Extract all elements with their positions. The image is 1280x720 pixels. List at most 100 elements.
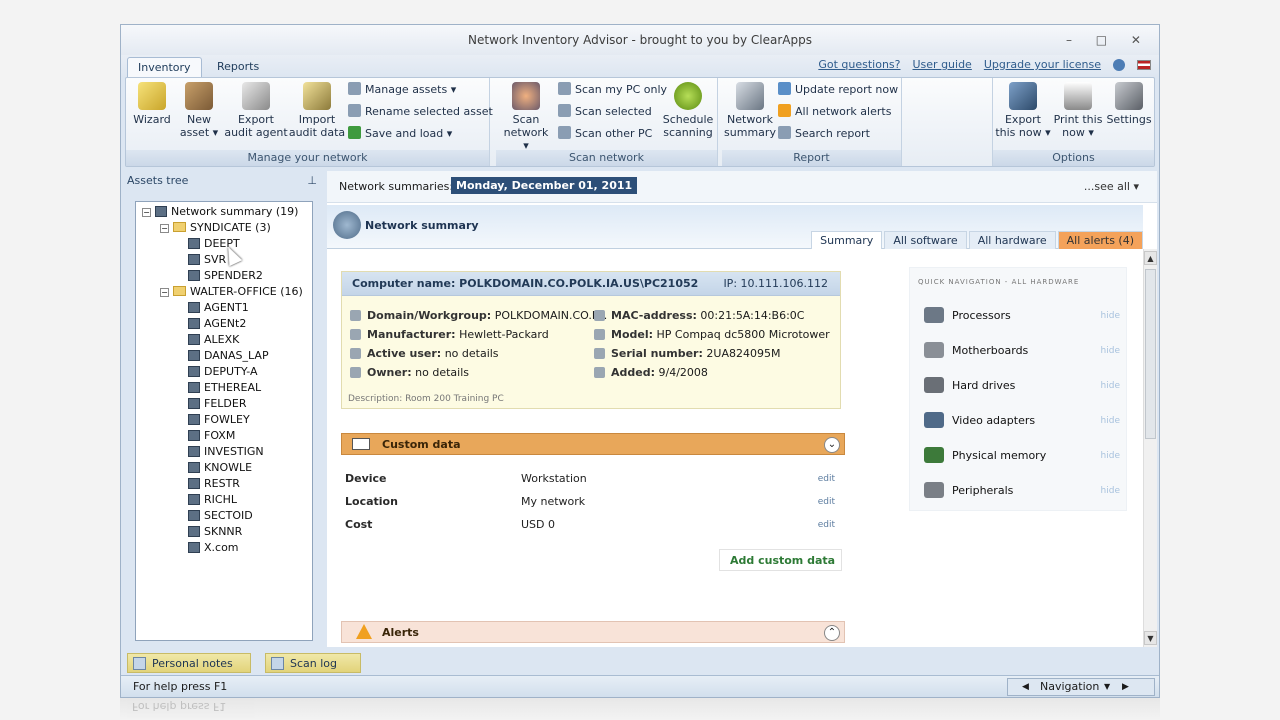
tab-all-software[interactable]: All software [884,231,967,249]
tree-node-asset[interactable]: SPENDER2 [188,268,263,284]
content-scrollbar[interactable]: ▲ ▼ [1143,249,1157,647]
scroll-down-icon[interactable]: ▼ [1144,631,1157,645]
custom-data-header[interactable]: Custom data ⌄ [341,433,845,455]
personal-notes-tab[interactable]: Personal notes [127,653,251,673]
new-asset-button[interactable]: New asset ▾ [178,82,220,139]
tab-all-hardware[interactable]: All hardware [968,231,1056,249]
collapse-custom-data-icon[interactable]: ⌄ [824,437,840,453]
nav-back-icon[interactable]: ◀ [1022,679,1029,695]
scan-my-pc-button[interactable]: Scan my PC only [558,81,667,99]
hide-link[interactable]: hide [1101,446,1120,466]
tree-asset-label: FOXM [204,429,236,442]
export-now-button[interactable]: Export this now ▾ [995,82,1051,139]
scan-log-tab[interactable]: Scan log [265,653,361,673]
collapse-alerts-icon[interactable]: ⌃ [824,625,840,641]
pin-icon[interactable]: ⊥ [307,171,317,191]
export-agent-button[interactable]: Export audit agent [224,82,288,139]
all-alerts-button[interactable]: All network alerts [778,103,891,121]
update-report-button[interactable]: Update report now [778,81,898,99]
field-key: Manufacturer: [367,328,456,341]
tree-node-asset[interactable]: FELDER [188,396,246,412]
window-controls[interactable]: – □ ✕ [1066,25,1151,55]
tree-node-root[interactable]: − Network summary (19) [142,204,298,220]
schedule-scanning-button[interactable]: Schedule scanning [660,82,716,139]
save-load-button[interactable]: Save and load ▾ [348,125,452,143]
wizard-button[interactable]: Wizard [132,82,172,126]
globe-icon[interactable] [1113,58,1125,71]
settings-label: Settings [1106,113,1152,126]
navigation-control[interactable]: ◀ Navigation ▼ ▶ [1007,678,1155,696]
quick-nav-item[interactable]: Video adapters hide [924,411,1120,431]
tree-node-asset[interactable]: DANAS_LAP [188,348,269,364]
settings-button[interactable]: Settings [1105,82,1153,126]
tab-all-alerts[interactable]: All alerts (4) [1057,231,1143,249]
tree-node-asset[interactable]: RESTR [188,476,240,492]
tab-summary[interactable]: Summary [811,231,883,249]
tree-node-asset[interactable]: AGENT1 [188,300,249,316]
update-report-label: Update report now [795,83,899,96]
summaries-label: Network summaries: [339,180,454,193]
quick-nav-item[interactable]: Hard drives hide [924,376,1120,396]
tree-node-asset[interactable]: SVR [188,252,226,268]
tree-node-asset[interactable]: FOXM [188,428,235,444]
new-asset-label-1: New [187,113,211,126]
hide-link[interactable]: hide [1101,481,1120,501]
scan-network-label-1: Scan [512,113,540,126]
search-report-button[interactable]: Search report [778,125,870,143]
tree-node-asset[interactable]: AGENt2 [188,316,246,332]
schedule-label-2: scanning [663,126,713,139]
print-now-button[interactable]: Print this now ▾ [1051,82,1105,139]
collapse-icon[interactable]: − [142,208,151,217]
collapse-icon[interactable]: − [160,288,169,297]
tree-node-asset[interactable]: DEPUTY-A [188,364,258,380]
custom-data-icon [352,438,370,450]
hide-link[interactable]: hide [1101,306,1120,326]
flag-icon[interactable] [1137,59,1151,70]
add-custom-data-button[interactable]: Add custom data [719,549,843,571]
tab-inventory[interactable]: Inventory [127,57,202,77]
quick-nav-item[interactable]: Processors hide [924,306,1120,326]
hide-link[interactable]: hide [1101,341,1120,361]
assets-tree[interactable]: − Network summary (19) − SYNDICATE (3) DEEP… [135,201,313,641]
tree-node-asset[interactable]: RICHL [188,492,237,508]
tree-node-asset[interactable]: ETHEREAL [188,380,261,396]
tree-node-group[interactable]: − SYNDICATE (3) [160,220,271,236]
alerts-header[interactable]: Alerts ⌃ [341,621,845,643]
scan-other-pc-button[interactable]: Scan other PC [558,125,652,143]
tree-node-asset[interactable]: INVESTIGN [188,444,264,460]
tab-reports[interactable]: Reports [207,57,269,77]
tree-node-asset[interactable]: ALEXK [188,332,239,348]
collapse-icon[interactable]: − [160,224,169,233]
scan-selected-button[interactable]: Scan selected [558,103,652,121]
tree-node-asset[interactable]: X.com [188,540,239,556]
manage-assets-button[interactable]: Manage assets ▾ [348,81,456,99]
computer-icon [188,478,200,489]
tree-node-asset[interactable]: KNOWLE [188,460,252,476]
edit-link[interactable]: edit [818,492,835,512]
network-summary-button[interactable]: Network summary [724,82,776,139]
rename-asset-button[interactable]: Rename selected asset [348,103,493,121]
nav-dropdown-icon[interactable]: ▼ [1104,679,1110,695]
import-audit-button[interactable]: Import audit data [288,82,346,139]
edit-link[interactable]: edit [818,515,835,535]
quick-nav-item[interactable]: Motherboards hide [924,341,1120,361]
scroll-thumb[interactable] [1145,269,1156,439]
summary-date-selector[interactable]: Monday, December 01, 2011 [451,177,638,194]
edit-link[interactable]: edit [818,469,835,489]
nav-forward-icon[interactable]: ▶ [1122,679,1129,695]
tree-node-asset[interactable]: SKNNR [188,524,242,540]
tree-node-asset[interactable]: FOWLEY [188,412,250,428]
quick-nav-item[interactable]: Peripherals hide [924,481,1120,501]
hide-link[interactable]: hide [1101,376,1120,396]
upgrade-license-link[interactable]: Upgrade your license [984,58,1101,71]
scan-network-button[interactable]: Scan network ▾ [500,82,552,152]
scroll-up-icon[interactable]: ▲ [1144,251,1157,265]
quick-navigation-panel: QUICK NAVIGATION - ALL HARDWARE Processo… [909,267,1127,511]
quick-nav-item[interactable]: Physical memory hide [924,446,1120,466]
user-guide-link[interactable]: User guide [913,58,972,71]
got-questions-link[interactable]: Got questions? [818,58,900,71]
tree-node-group[interactable]: − WALTER-OFFICE (16) [160,284,303,300]
tree-node-asset[interactable]: SECTOID [188,508,253,524]
hide-link[interactable]: hide [1101,411,1120,431]
see-all-link[interactable]: ...see all ▾ [1084,180,1139,193]
